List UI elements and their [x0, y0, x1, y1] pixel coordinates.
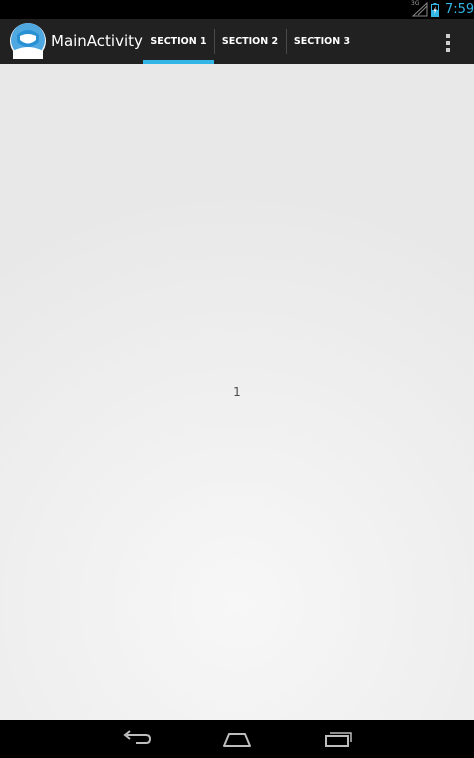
back-icon[interactable] [116, 726, 156, 752]
app-title: MainActivity [51, 32, 143, 50]
overflow-menu-icon[interactable] [438, 28, 458, 55]
tab-label: SECTION 2 [221, 36, 279, 47]
navigation-bar [0, 720, 474, 758]
app-logo-icon[interactable] [10, 23, 46, 59]
tab-label: SECTION 1 [150, 36, 207, 47]
status-time: 7:59 [445, 2, 474, 17]
action-bar: MainActivity SECTION 1 SECTION 2 SECTION… [0, 19, 474, 64]
tab-section-2[interactable]: SECTION 2 [215, 19, 285, 64]
recent-apps-icon[interactable] [318, 726, 358, 752]
screen: 3G 7:59 MainActivity SECTION 1 SECTION 2… [0, 0, 474, 758]
home-icon[interactable] [217, 726, 257, 752]
signal-icon [412, 2, 428, 17]
tab-label: SECTION 3 [293, 36, 351, 47]
overflow-dot [446, 41, 450, 45]
status-bar: 3G 7:59 [0, 0, 474, 19]
overflow-dot [446, 48, 450, 52]
overflow-dot [446, 34, 450, 38]
battery-charging-icon [431, 3, 439, 17]
section-content[interactable]: 1 [0, 64, 474, 720]
tab-section-3[interactable]: SECTION 3 [287, 19, 357, 64]
section-number-label: 1 [233, 385, 241, 399]
tab-section-1[interactable]: SECTION 1 [143, 19, 214, 64]
